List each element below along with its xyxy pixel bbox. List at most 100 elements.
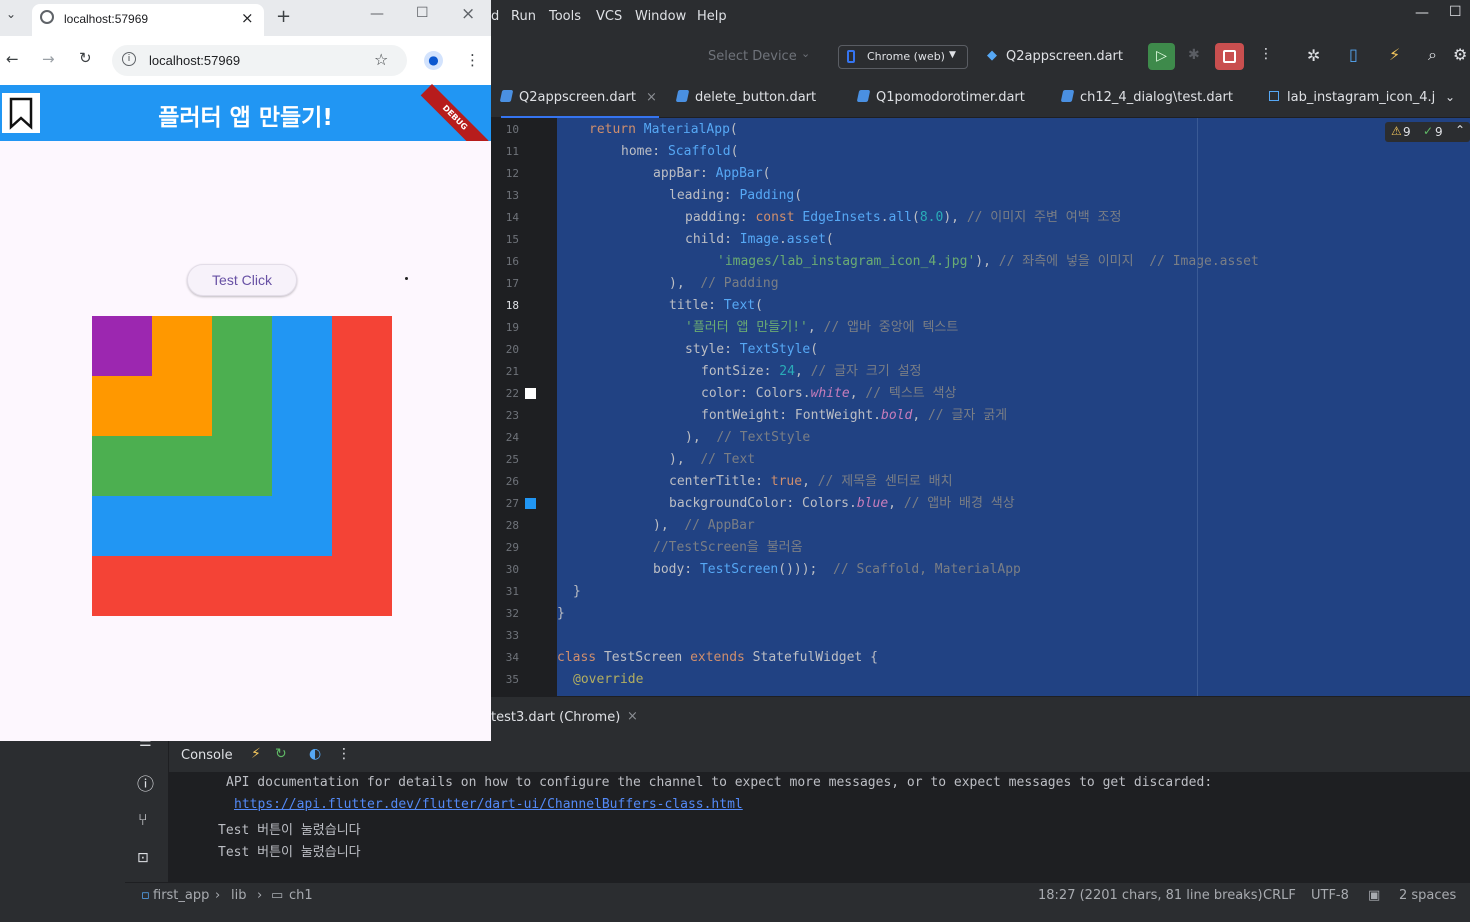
line-number: 29	[505, 541, 519, 554]
chevron-up-icon[interactable]: ⌃	[1455, 123, 1465, 137]
test-click-button[interactable]: Test Click	[187, 264, 297, 296]
console-tab[interactable]: Console	[181, 748, 233, 763]
menu-item-partial[interactable]: d	[491, 9, 499, 24]
phone-icon	[847, 50, 855, 63]
tab-lab-instagram[interactable]: lab_instagram_icon_4.j	[1269, 78, 1435, 118]
minimize-icon[interactable]: —	[1415, 5, 1429, 21]
flutter-icon: ◆	[987, 48, 997, 63]
gutter: 10 11 12 13 14 15 16 17 18 19 20 21 22 23 24 25 26 27 28 29…	[491, 118, 557, 696]
bug-icon[interactable]: ✲	[1307, 46, 1320, 65]
line-number: 32	[505, 607, 519, 620]
inspections-widget[interactable]: ⚠ 9 ✓ 9 ⌃	[1385, 122, 1470, 142]
close-run-tab-icon[interactable]: ×	[627, 709, 638, 724]
code-editor[interactable]: 10 11 12 13 14 15 16 17 18 19 20 21 22 23 24 25 26 27 28 29…	[491, 118, 1470, 696]
readonly-toggle-icon[interactable]: ▣	[1368, 888, 1380, 903]
chevron-down-icon: ⌄	[801, 47, 811, 60]
more-vert-icon[interactable]: ⋮	[1259, 46, 1273, 62]
minimize-icon[interactable]: —	[370, 6, 384, 22]
browser-window: ⌄ localhost:57969 × + — ☐ × ← → ↻ i loca…	[0, 0, 491, 741]
profile-icon[interactable]: ●	[424, 51, 443, 70]
right-margin-guide	[1197, 118, 1198, 696]
console-link[interactable]: https://api.flutter.dev/flutter/dart-ui/…	[234, 797, 743, 812]
stop-icon	[1223, 50, 1236, 63]
back-icon[interactable]: ←	[6, 50, 19, 68]
status-bar-padding	[125, 910, 1470, 922]
device-selector[interactable]: Chrome (web) ▼	[838, 45, 968, 69]
mouse-dot	[405, 277, 408, 280]
problems-icon[interactable]: ⓘ	[137, 770, 154, 795]
line-number: 19	[505, 321, 519, 334]
hot-reload-icon[interactable]: ⚡	[251, 746, 261, 762]
console-line: Test 버튼이 눌렸습니다	[218, 845, 361, 860]
hot-restart-icon[interactable]: ↻	[275, 746, 287, 762]
menu-run[interactable]: Run	[511, 9, 536, 24]
debug-bug-icon[interactable]: ✱	[1188, 47, 1200, 63]
close-window-icon[interactable]: ×	[461, 4, 475, 24]
ide-bottom-left-area	[0, 741, 125, 922]
browser-tab[interactable]: localhost:57969 ×	[32, 4, 264, 36]
menu-help[interactable]: Help	[697, 9, 727, 24]
tool-strip: ☰ ⓘ ⑂ ⊡ ↑ ↓ ⤶ ›	[125, 734, 198, 882]
tab-label: lab_instagram_icon_4.j	[1287, 90, 1436, 105]
reload-icon[interactable]: ↻	[79, 49, 92, 67]
run-tab-label[interactable]: test3.dart (Chrome)	[491, 710, 620, 725]
file-encoding[interactable]: UTF-8	[1311, 888, 1349, 903]
site-info-icon[interactable]: i	[122, 52, 136, 66]
line-number: 21	[505, 365, 519, 378]
breadcrumb-ch1[interactable]: ch1	[289, 888, 313, 903]
close-tab-icon[interactable]: ×	[241, 9, 254, 27]
line-number: 27	[505, 497, 519, 510]
hot-reload-icon[interactable]: ⚡	[1389, 45, 1400, 64]
close-tab-icon[interactable]: ×	[646, 90, 657, 105]
terminal-icon[interactable]: ⊡	[137, 850, 149, 866]
search-icon[interactable]: ⌕	[1428, 45, 1437, 65]
browser-tab-title: localhost:57969	[64, 12, 149, 26]
run-button[interactable]: ▷	[1148, 43, 1175, 70]
line-number: 33	[505, 629, 519, 642]
tab-delete-button[interactable]: delete_button.dart	[675, 78, 817, 118]
device-mirror-icon[interactable]: ▯	[1349, 45, 1358, 64]
tabs-overflow-icon[interactable]: ⌄	[1445, 90, 1455, 104]
run-config[interactable]: Q2appscreen.dart	[1006, 49, 1123, 64]
new-tab-icon[interactable]: +	[276, 6, 291, 27]
breadcrumb-lib[interactable]: lib	[231, 888, 246, 903]
tab-q2appscreen[interactable]: Q2appscreen.dart ×	[499, 78, 659, 118]
browser-menu-icon[interactable]: ⋮	[465, 51, 480, 69]
tab-q1pomodoro[interactable]: Q1pomodorotimer.dart	[856, 78, 1025, 118]
address-bar[interactable]: i localhost:57969 ☆	[112, 45, 407, 76]
menu-vcs[interactable]: VCS	[596, 9, 622, 24]
devtools-icon[interactable]: ◐	[309, 746, 321, 762]
tab-search-icon[interactable]: ⌄	[6, 7, 16, 21]
dart-file-icon	[499, 90, 514, 102]
menu-window[interactable]: Window	[635, 9, 686, 24]
forward-icon[interactable]: →	[42, 50, 55, 68]
menu-tools[interactable]: Tools	[549, 9, 581, 24]
run-tool-window-header: test3.dart (Chrome) ×	[491, 696, 1470, 738]
color-swatch-white	[525, 388, 536, 399]
indent-setting[interactable]: 2 spaces	[1399, 888, 1456, 903]
line-number: 10	[505, 123, 519, 136]
stop-button[interactable]	[1215, 43, 1244, 70]
line-number: 11	[505, 145, 519, 158]
maximize-icon[interactable]: ☐	[416, 5, 429, 21]
line-number: 17	[505, 277, 519, 290]
select-device[interactable]: Select Device	[708, 49, 797, 64]
line-number: 23	[505, 409, 519, 422]
line-number: 22	[505, 387, 519, 400]
tab-label: delete_button.dart	[695, 90, 817, 105]
tab-label: ch12_4_dialog\test.dart	[1080, 90, 1233, 105]
line-number: 24	[505, 431, 519, 444]
breadcrumb-project[interactable]: first_app	[153, 888, 209, 903]
git-icon[interactable]: ⑂	[138, 810, 148, 829]
console-output[interactable]: API documentation for details on how to …	[169, 772, 1470, 882]
settings-icon[interactable]: ⚙	[1453, 45, 1467, 64]
more-vert-icon[interactable]: ⋮	[337, 746, 351, 762]
line-separator[interactable]: CRLF	[1263, 888, 1296, 903]
caret-position[interactable]: 18:27 (2201 chars, 81 line breaks)	[1038, 888, 1263, 903]
maximize-icon[interactable]: ☐	[1449, 4, 1462, 20]
bookmark-star-icon[interactable]: ☆	[374, 50, 388, 69]
tab-dialog-test[interactable]: ch12_4_dialog\test.dart	[1060, 78, 1233, 118]
globe-icon	[40, 10, 54, 24]
code-area[interactable]: return MaterialApp( home: Scaffold( appB…	[557, 118, 1470, 696]
ok-count: 9	[1435, 125, 1443, 139]
